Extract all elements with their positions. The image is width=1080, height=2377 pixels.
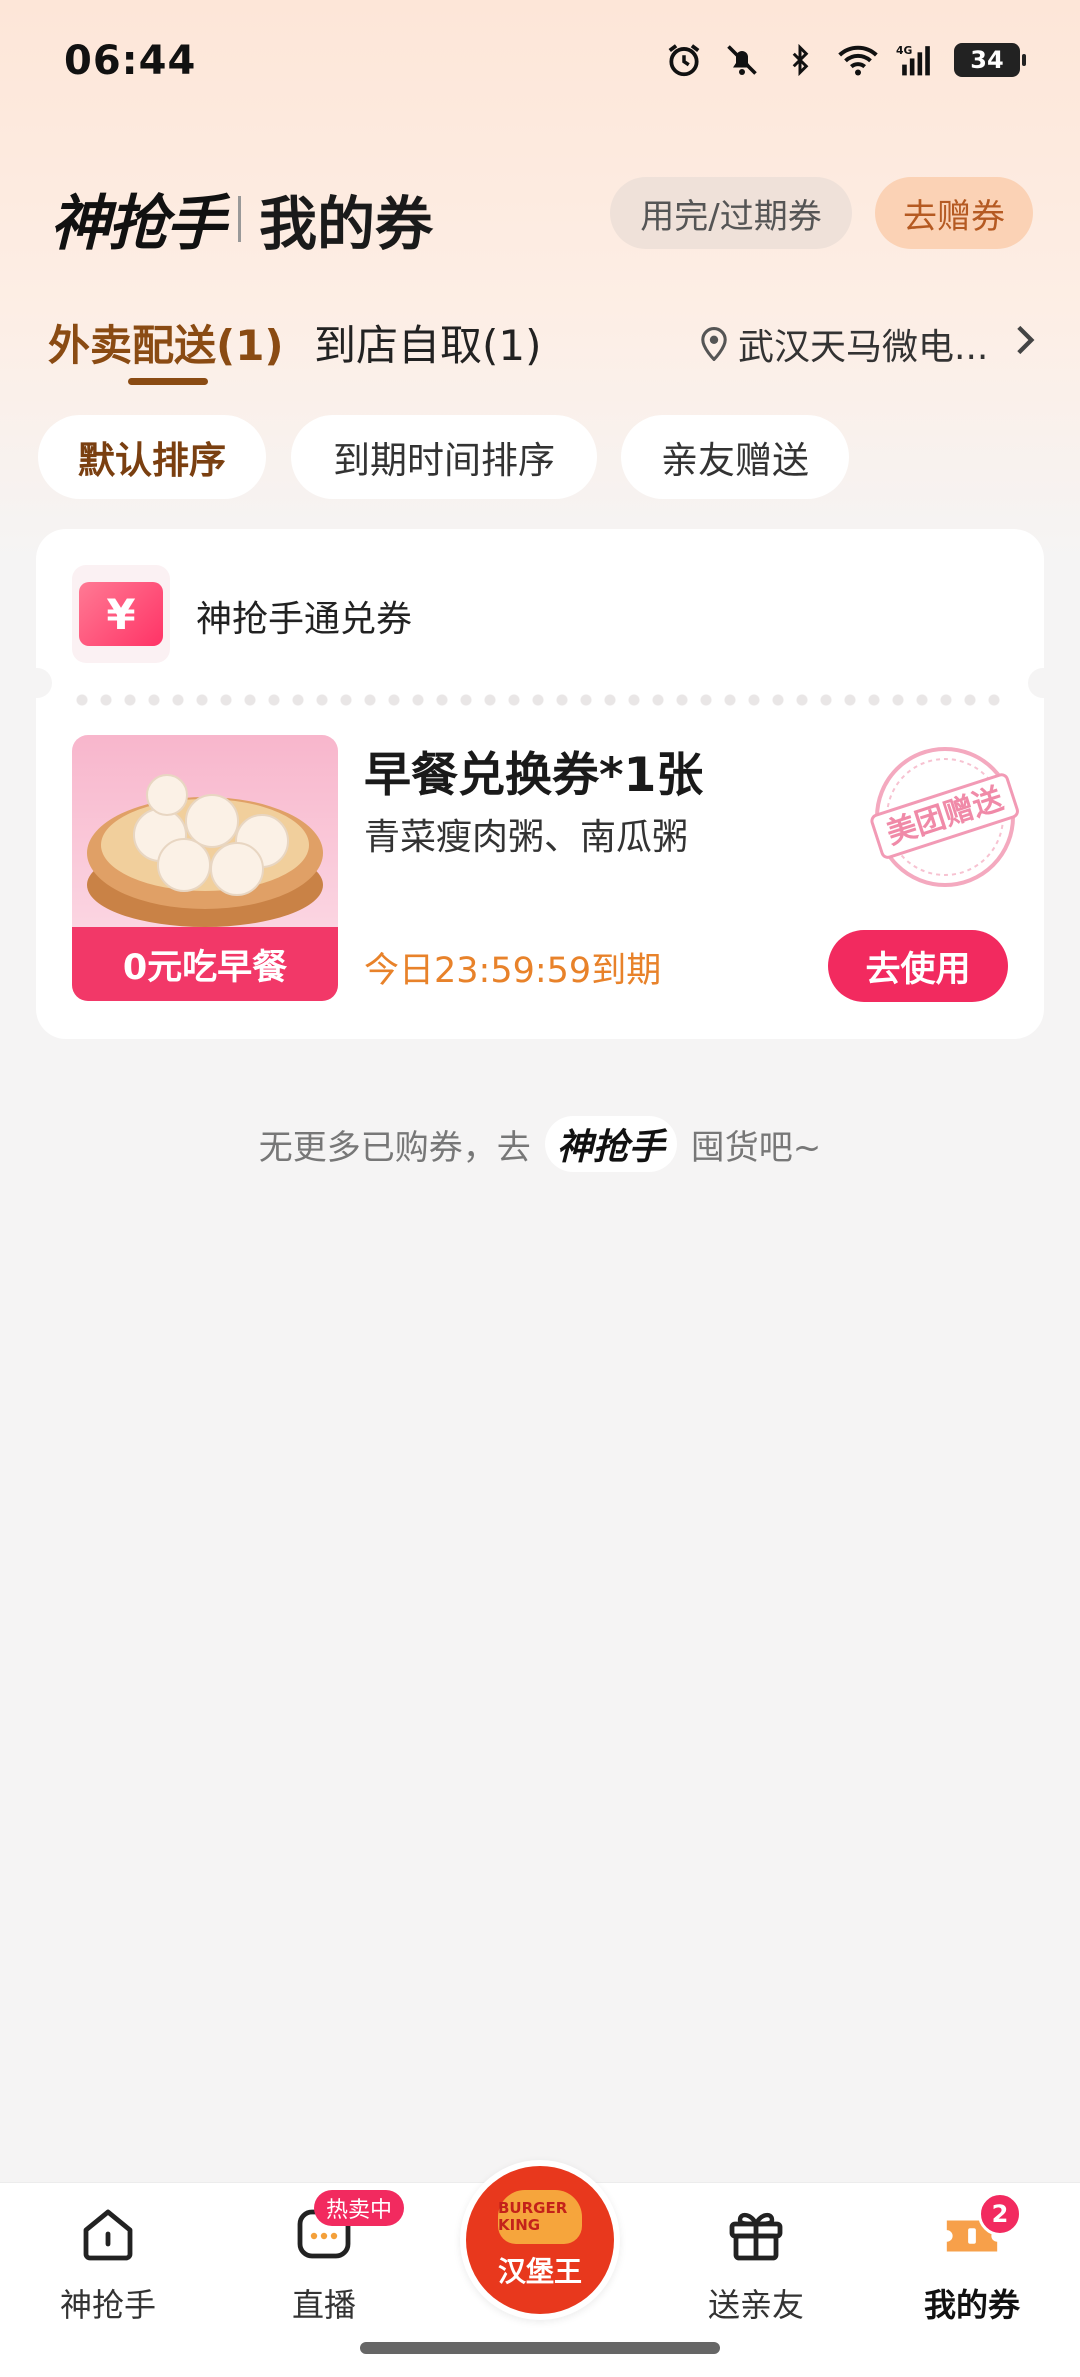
tab-active-indicator — [128, 378, 208, 385]
nav-gift[interactable]: 送亲友 — [676, 2202, 836, 2326]
coupon-title: 早餐兑换券*1张 — [364, 748, 704, 803]
live-hot-badge: 热卖中 — [314, 2190, 405, 2226]
card-notch-right — [1028, 668, 1058, 698]
nav-home[interactable]: 神抢手 — [28, 2202, 188, 2326]
sort-default-chip[interactable]: 默认排序 — [38, 415, 266, 499]
header-divider — [238, 195, 241, 242]
nav-live-label: 直播 — [291, 2286, 356, 2324]
signal-4g-icon: 4G — [896, 40, 936, 80]
nav-gift-label: 送亲友 — [707, 2286, 804, 2324]
page-header: 神抢手 我的券 — [50, 175, 433, 262]
note-before: 无更多已购券，去 — [258, 1127, 531, 1168]
note-after: 囤货吧~ — [690, 1127, 822, 1168]
sort-expiry-chip[interactable]: 到期时间排序 — [291, 415, 597, 499]
no-more-coupons-note: 无更多已购券，去 神抢手 囤货吧~ — [0, 1116, 1080, 1172]
svg-text:4G: 4G — [896, 44, 912, 57]
chevron-right-icon[interactable] — [1012, 322, 1040, 358]
coupon-type-icon: ¥ — [72, 565, 170, 663]
status-icons: 4G 34 — [664, 40, 1026, 80]
nav-home-label: 神抢手 — [59, 2286, 156, 2324]
coupon-type-name: 神抢手通兑券 — [196, 599, 413, 640]
expired-coupons-button[interactable]: 用完/过期券 — [610, 177, 852, 249]
coupon-expiry: 今日23:59:59到期 — [364, 951, 662, 991]
gift-coupon-button[interactable]: 去赠券 — [875, 177, 1033, 249]
coupon-description: 青菜瘦肉粥、南瓜粥 — [364, 817, 689, 858]
burger-king-logo: BURGER KING 汉堡王 — [466, 2166, 614, 2314]
use-coupon-button[interactable]: 去使用 — [828, 930, 1008, 1002]
alarm-icon — [664, 40, 704, 80]
mini-logo-text: 神抢手 — [556, 1127, 665, 1168]
shenqiangshou-mini-logo[interactable]: 神抢手 — [544, 1116, 677, 1172]
app-logo: 神抢手 — [50, 175, 226, 262]
tab-delivery[interactable]: 外卖配送(1) — [48, 312, 284, 373]
location-pin-icon — [701, 327, 727, 361]
page-title: 我的券 — [259, 189, 434, 258]
tab-pickup[interactable]: 到店自取(1) — [314, 312, 542, 373]
wifi-icon — [838, 40, 878, 80]
nav-my-coupons-label: 我的券 — [923, 2286, 1020, 2324]
coupon-image: 0元吃早餐 — [72, 735, 338, 1001]
location-text: 武汉天马微电... — [738, 327, 989, 368]
meituan-gift-stamp: 美团赠送 — [870, 747, 1019, 887]
card-notch-left — [22, 668, 52, 698]
burger-king-button[interactable]: BURGER KING 汉堡王 — [460, 2160, 620, 2320]
logo-text: 神抢手 — [50, 189, 226, 259]
steamed-buns-illustration — [87, 774, 323, 927]
bluetooth-icon — [780, 40, 820, 80]
home-icon — [76, 2202, 140, 2266]
yuan-ticket-icon: ¥ — [79, 582, 163, 646]
coupon-image-ribbon: 0元吃早餐 — [72, 927, 338, 1001]
gift-icon — [724, 2202, 788, 2266]
card-divider — [70, 694, 1010, 706]
home-indicator[interactable] — [360, 2342, 720, 2354]
location-selector[interactable]: 武汉天马微电... — [700, 318, 988, 370]
status-time: 06:44 — [64, 38, 197, 84]
mute-icon — [722, 40, 762, 80]
nav-my-coupons[interactable]: 我的券 — [892, 2202, 1052, 2326]
bk-brand-mark: BURGER KING — [498, 2190, 582, 2244]
friends-gift-chip[interactable]: 亲友赠送 — [621, 415, 849, 499]
battery-icon: 34 — [954, 43, 1026, 77]
my-coupons-count-badge: 2 — [978, 2192, 1022, 2236]
bk-label: 汉堡王 — [497, 2255, 582, 2288]
